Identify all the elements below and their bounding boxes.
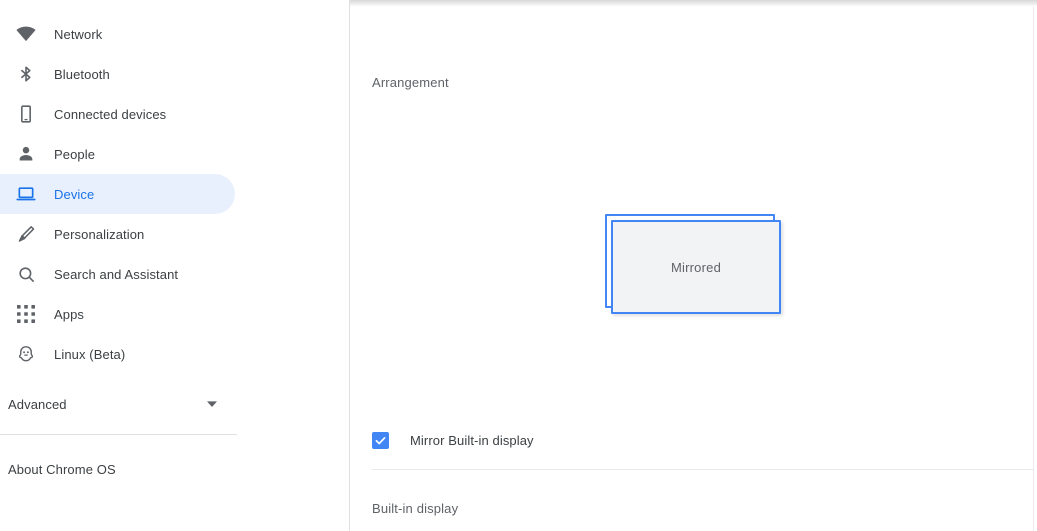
clipped-section-heading: Built-in display <box>372 0 456 3</box>
person-icon <box>16 144 36 164</box>
laptop-icon <box>16 184 36 204</box>
sidebar-item-label: Apps <box>54 306 85 322</box>
sidebar-item-apps[interactable]: Apps <box>0 294 235 334</box>
search-icon <box>16 264 36 284</box>
sidebar-advanced-toggle[interactable]: Advanced <box>0 384 237 424</box>
display-arrangement-area[interactable]: Mirrored <box>605 214 781 314</box>
display-box-label: Mirrored <box>671 259 721 275</box>
sidebar-item-label: Personalization <box>54 226 145 242</box>
sidebar-item-about-chrome-os[interactable]: About Chrome OS <box>0 449 237 489</box>
sidebar-item-search-and-assistant[interactable]: Search and Assistant <box>0 254 235 294</box>
advanced-label: Advanced <box>8 396 67 412</box>
about-label: About Chrome OS <box>8 461 116 477</box>
arrangement-label: Arrangement <box>372 75 449 90</box>
sidebar-item-connected-devices[interactable]: Connected devices <box>0 94 235 134</box>
sidebar-item-device[interactable]: Device <box>0 174 235 214</box>
apps-grid-icon <box>16 304 36 324</box>
brush-icon <box>16 224 36 244</box>
sidebar-item-label: Bluetooth <box>54 66 110 82</box>
phone-icon <box>16 104 36 124</box>
display-box-front[interactable]: Mirrored <box>611 220 781 314</box>
settings-sidebar: Network Bluetooth Connected devices Peop… <box>0 0 350 531</box>
content-right-rule <box>1033 7 1034 531</box>
sidebar-item-label: Connected devices <box>54 106 167 122</box>
sidebar-item-label: Device <box>54 186 95 202</box>
content-divider <box>372 469 1034 470</box>
wifi-icon <box>16 24 36 44</box>
mirror-builtin-display-checkbox[interactable] <box>372 432 389 449</box>
sidebar-item-label: Linux (Beta) <box>54 346 126 362</box>
sidebar-item-label: Network <box>54 26 103 42</box>
sidebar-item-personalization[interactable]: Personalization <box>0 214 235 254</box>
mirror-builtin-display-row[interactable]: Mirror Built-in display <box>372 432 534 449</box>
bluetooth-icon <box>16 64 36 84</box>
sidebar-item-label: Search and Assistant <box>54 266 179 282</box>
sidebar-item-bluetooth[interactable]: Bluetooth <box>0 54 235 94</box>
sidebar-item-people[interactable]: People <box>0 134 235 174</box>
sidebar-item-label: People <box>54 146 96 162</box>
settings-window: Network Bluetooth Connected devices Peop… <box>0 0 1037 531</box>
mirror-builtin-display-label: Mirror Built-in display <box>410 433 534 448</box>
sidebar-item-network[interactable]: Network <box>0 14 235 54</box>
sidebar-nav-list: Network Bluetooth Connected devices Peop… <box>0 0 349 489</box>
sidebar-item-linux-beta[interactable]: Linux (Beta) <box>0 334 235 374</box>
builtin-display-section-label: Built-in display <box>372 501 459 516</box>
chevron-down-icon <box>206 398 218 410</box>
display-settings-content: Arrangement Mirrored Mirror Built-in dis… <box>351 0 1037 531</box>
sidebar-divider <box>0 434 237 435</box>
linux-penguin-icon <box>16 344 36 364</box>
